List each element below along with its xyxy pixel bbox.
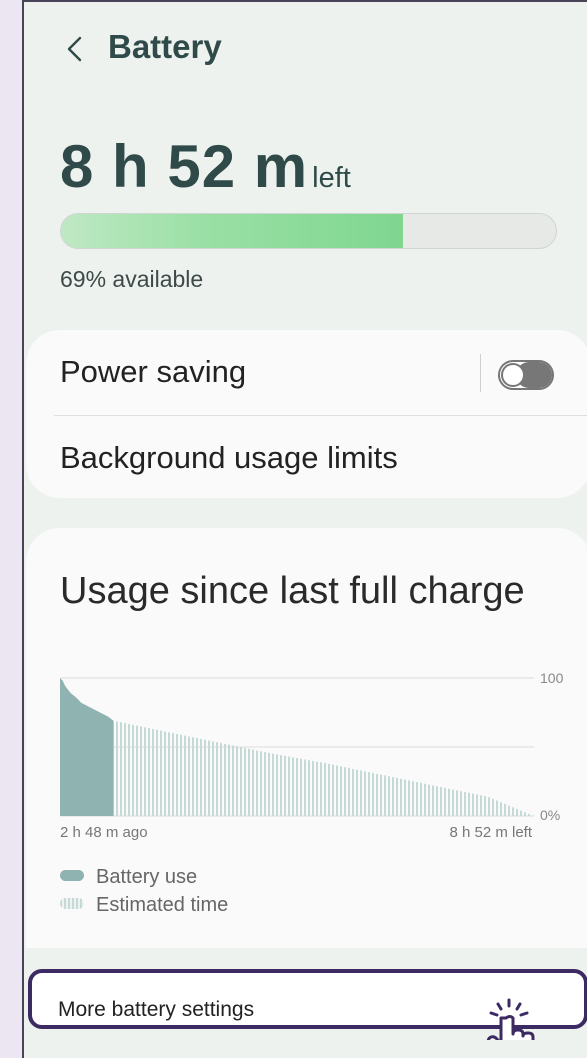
series-battery-use xyxy=(60,678,114,816)
page-title: Battery xyxy=(108,28,222,65)
chevron-left-icon xyxy=(67,36,82,62)
toggle-knob xyxy=(501,363,525,387)
time-left-suffix: left xyxy=(312,162,351,194)
battery-screen: Battery 8 h 52 m left 69% available Power… xyxy=(22,0,587,1058)
toggle-divider xyxy=(480,354,481,392)
y-tick-0: 0% xyxy=(540,807,560,823)
series-estimated-time xyxy=(113,720,534,816)
more-battery-settings-label: More battery settings xyxy=(58,998,255,1021)
background-usage-limits-item[interactable]: Background usage limits xyxy=(60,440,398,476)
back-button[interactable] xyxy=(62,32,90,66)
legend-swatch-estimated-time xyxy=(60,898,84,910)
legend-label-battery-use: Battery use xyxy=(96,866,198,888)
legend-swatch-battery-use xyxy=(60,870,84,882)
legend-battery-use: Battery use xyxy=(60,866,197,889)
power-saving-label[interactable]: Power saving xyxy=(60,354,246,390)
divider xyxy=(54,415,587,416)
legend-label-estimated-time: Estimated time xyxy=(96,894,229,916)
time-left-value: 8 h 52 m xyxy=(60,133,309,200)
legend-estimated-time: Estimated time xyxy=(60,894,228,917)
battery-level-fill xyxy=(61,214,403,248)
bottom-strip xyxy=(26,1040,587,1058)
chart-x-start-label: 2 h 48 m ago xyxy=(60,824,148,841)
y-tick-100: 100 xyxy=(540,670,564,686)
battery-available-text: 69% available xyxy=(60,266,204,292)
battery-level-bar xyxy=(60,213,557,249)
usage-title: Usage since last full charge xyxy=(60,570,525,612)
time-left-readout: 8 h 52 m left xyxy=(60,132,351,201)
power-saving-toggle[interactable] xyxy=(498,360,554,390)
chart-x-end-label: 8 h 52 m left xyxy=(449,824,532,841)
